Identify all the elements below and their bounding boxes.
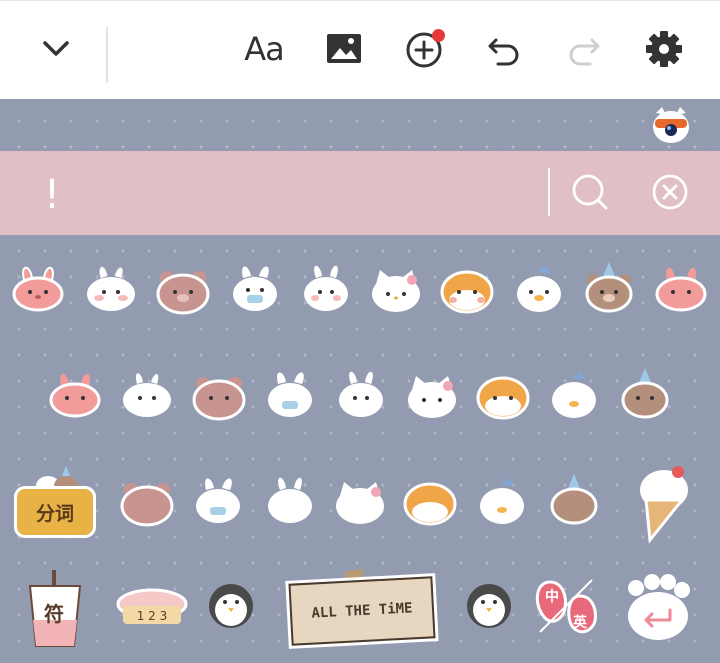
undo-icon (488, 38, 519, 66)
bunny-sticker[interactable] (298, 262, 354, 314)
font-label: Aa (244, 30, 284, 68)
masked-bunny-sticker-2[interactable] (262, 368, 318, 420)
collapse-button[interactable] (26, 19, 86, 79)
strawberry-top-label: 中 (545, 589, 559, 605)
image-button[interactable] (314, 19, 374, 79)
cake-sticker[interactable]: 1 2 3 (115, 584, 189, 628)
hamster-sticker[interactable] (439, 264, 495, 316)
redo-icon (569, 38, 600, 66)
penguin-sticker[interactable] (204, 578, 258, 630)
segment-label: 分词 (35, 502, 74, 525)
font-button[interactable]: Aa (234, 19, 294, 79)
party-bear-sticker[interactable] (581, 262, 637, 314)
chevron-down-icon (43, 41, 69, 56)
image-icon (327, 34, 361, 63)
redo-button[interactable] (554, 19, 614, 79)
language-switch-sticker[interactable] (530, 574, 602, 636)
brown-bear-sticker[interactable] (155, 264, 211, 316)
pink-bunny-sticker-2[interactable] (653, 262, 709, 314)
search-icon[interactable] (568, 170, 612, 214)
white-bunny-sticker[interactable] (83, 262, 139, 314)
bunny-sticker-2[interactable] (333, 368, 389, 420)
masked-bunny-sticker-3[interactable] (190, 474, 246, 526)
gear-icon (646, 31, 682, 67)
pink-bunny-sticker[interactable] (10, 262, 66, 314)
cake-numbers: 1 2 3 (137, 609, 168, 623)
paw-enter-sticker[interactable] (620, 572, 696, 644)
close-circle-icon[interactable] (648, 170, 692, 214)
kitty-sticker-3[interactable] (332, 476, 388, 528)
party-bear-sticker-3[interactable] (546, 474, 602, 526)
duck-sticker[interactable] (511, 262, 567, 314)
settings-button[interactable] (634, 19, 694, 79)
duck-sticker-2[interactable] (546, 368, 602, 420)
note-sticker[interactable]: ALL THE TiME (288, 576, 436, 646)
undo-button[interactable] (474, 19, 534, 79)
kitty-sticker-2[interactable] (404, 370, 460, 422)
duck-sticker-3[interactable] (474, 474, 530, 526)
toolbar-divider (106, 27, 108, 83)
white-bunny-sticker-2[interactable] (119, 368, 175, 420)
cup-label: 符 (44, 602, 64, 626)
search-bar (0, 151, 720, 235)
brown-bear-sticker-2[interactable] (191, 370, 247, 422)
notification-badge (432, 29, 445, 42)
ice-cream-sticker[interactable] (632, 462, 692, 544)
segment-sticker[interactable]: 分词 (17, 489, 93, 535)
penguin-sticker-2[interactable] (462, 578, 516, 630)
party-bear-sticker-2[interactable] (617, 368, 673, 420)
note-text: ALL THE TiME (311, 600, 413, 622)
masked-bunny-sticker[interactable] (227, 262, 283, 314)
kitty-sticker[interactable] (368, 264, 424, 316)
strawberry-bottom-label: 英 (573, 615, 587, 631)
hamster-sticker-3[interactable] (402, 476, 458, 528)
pink-bunny-sticker-3[interactable] (47, 368, 103, 420)
keyboard-toolbar: Aa (0, 0, 720, 99)
hamster-sticker-2[interactable] (475, 370, 531, 422)
mascot-icon[interactable] (650, 105, 692, 145)
text-cursor: ! (44, 172, 61, 218)
search-divider (548, 168, 550, 216)
bunny-sticker-3[interactable] (262, 474, 318, 526)
add-button[interactable] (394, 19, 454, 79)
brown-bear-sticker-3[interactable] (119, 476, 175, 528)
